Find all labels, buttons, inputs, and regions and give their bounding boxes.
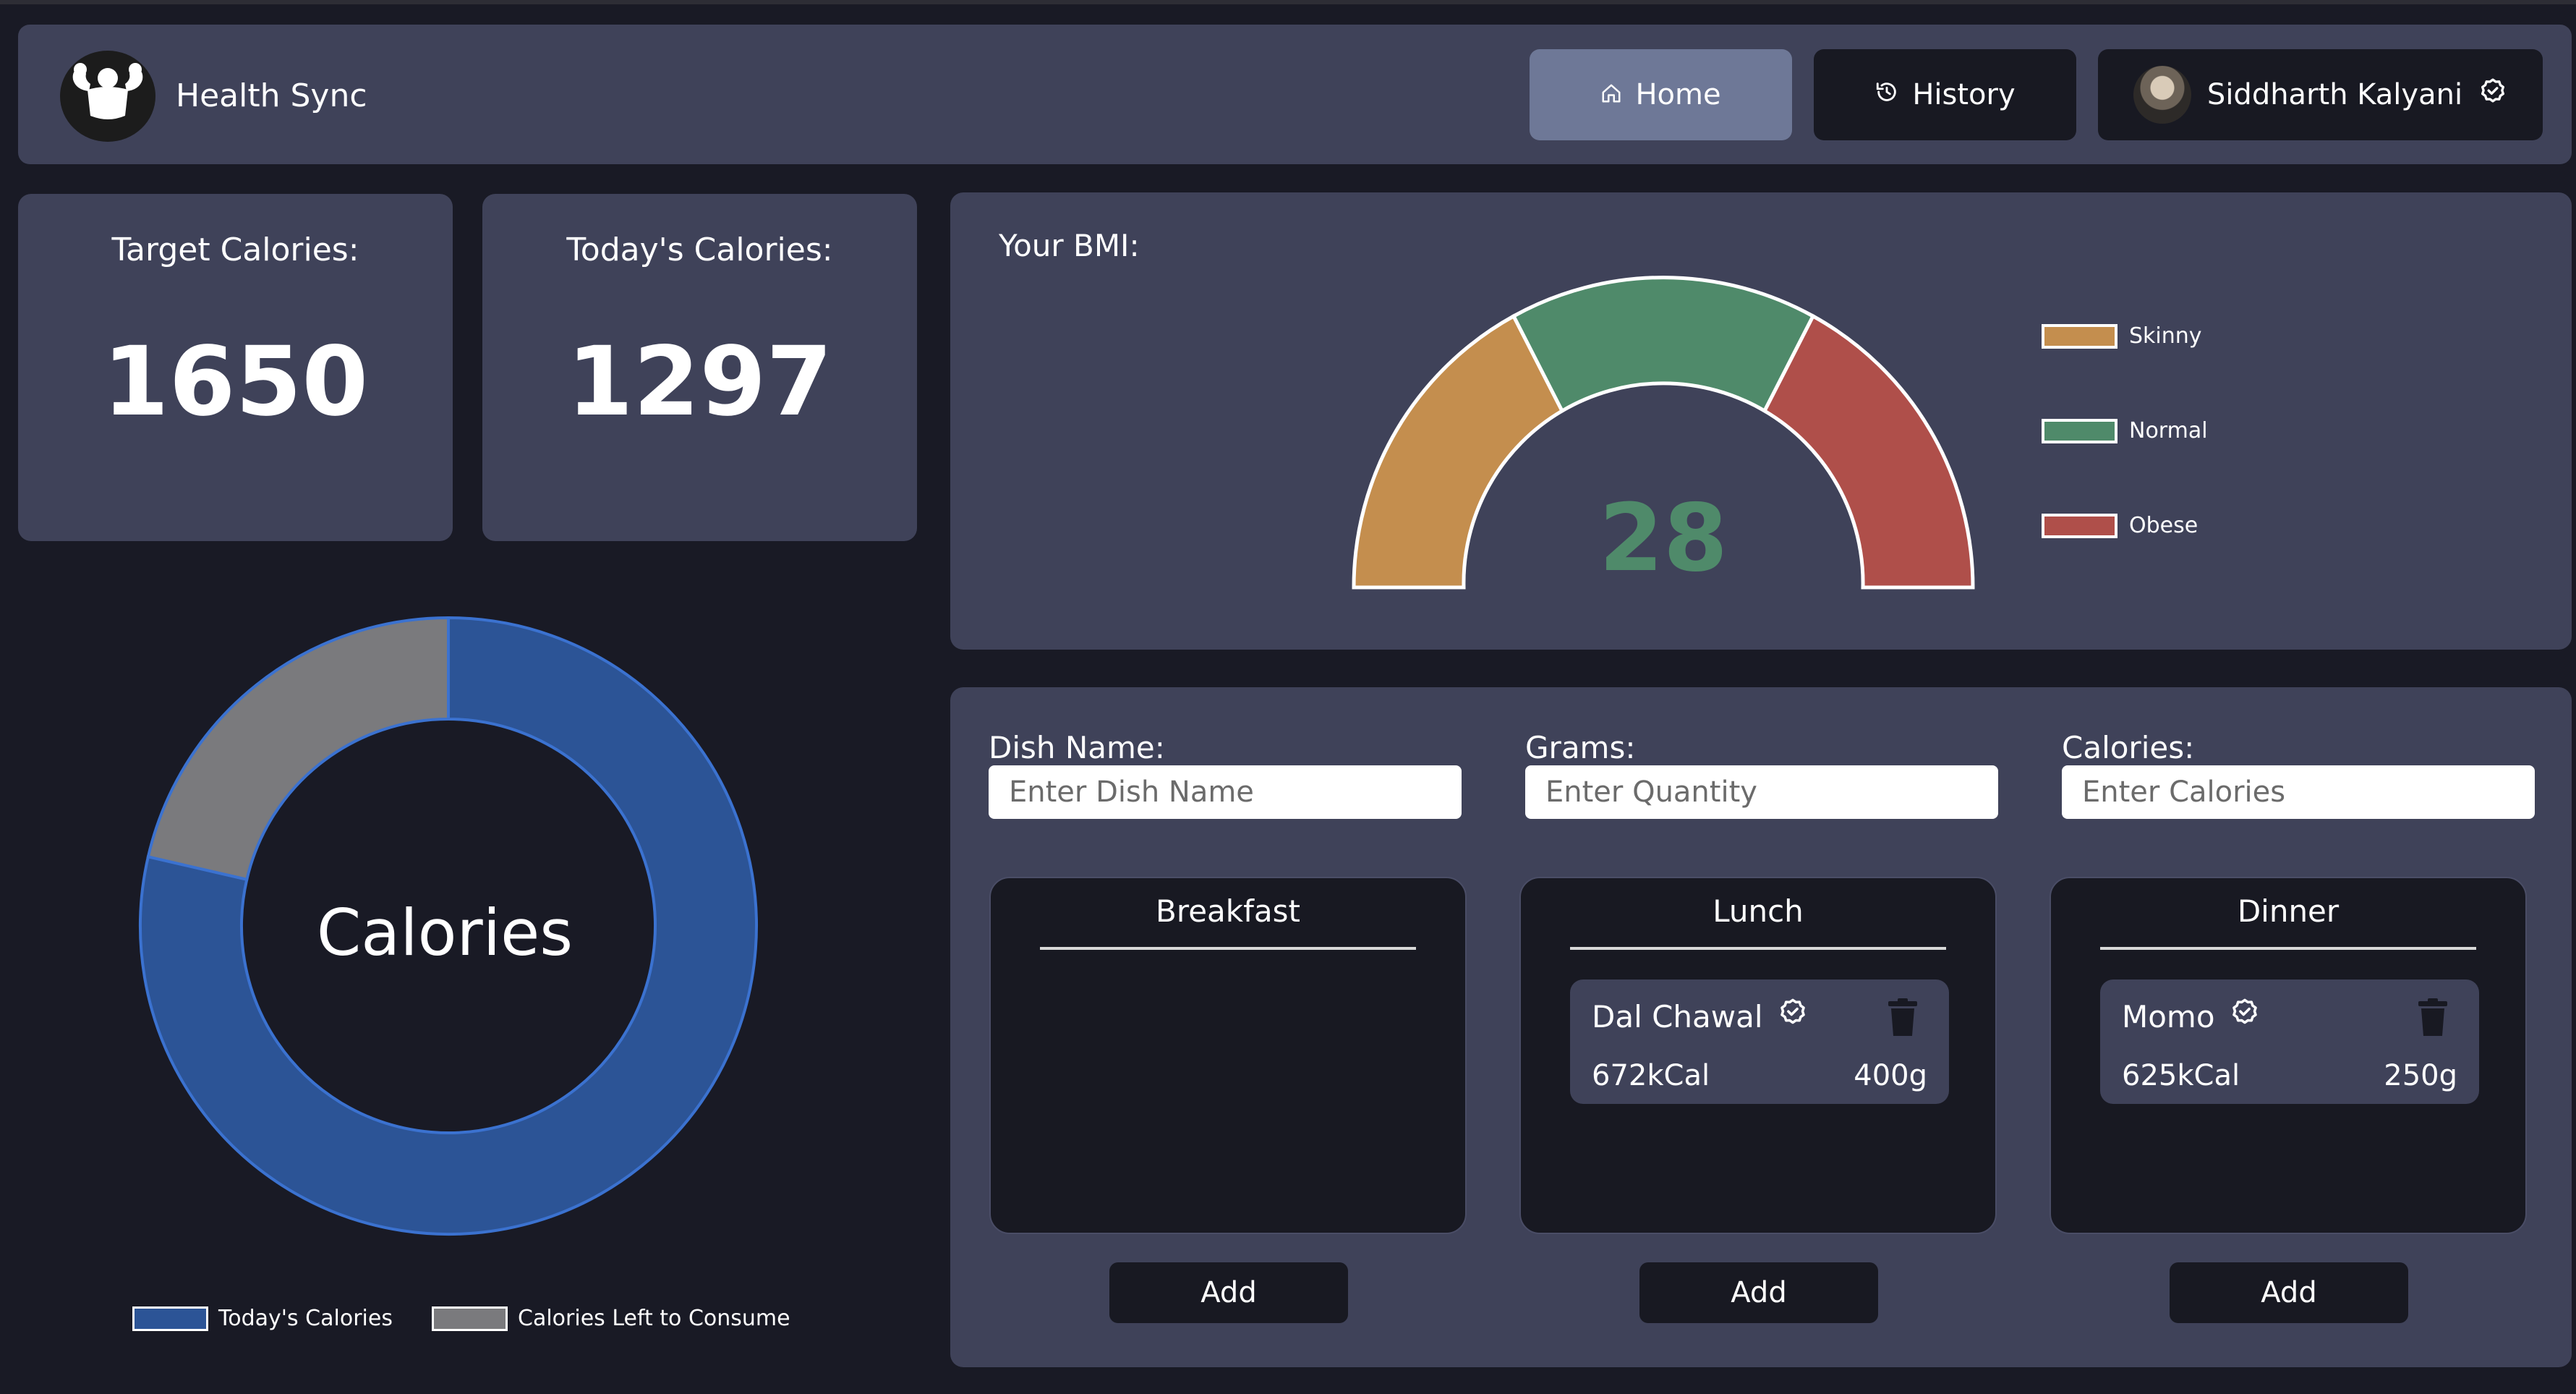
breakfast-card: Breakfast bbox=[989, 877, 1467, 1234]
gauge-segment-normal bbox=[1511, 276, 1816, 414]
legend-swatch bbox=[2042, 513, 2117, 538]
bmi-legend-normal: Normal bbox=[2042, 418, 2208, 443]
bmi-value: 28 bbox=[1598, 485, 1728, 592]
legend-label: Normal bbox=[2129, 418, 2208, 443]
dish-name-label: Dish Name: bbox=[989, 730, 1165, 765]
target-calories-card: Target Calories: 1650 bbox=[18, 194, 453, 541]
muscle-logo-icon[interactable] bbox=[60, 51, 155, 142]
donut-legend-today: Today's Calories bbox=[132, 1306, 393, 1331]
trash-icon[interactable] bbox=[1887, 998, 1919, 1037]
food-name: Dal Chawal bbox=[1592, 999, 1763, 1034]
calories-input[interactable] bbox=[2062, 765, 2535, 819]
nav-history-button[interactable]: History bbox=[1814, 49, 2076, 140]
check-circle-icon bbox=[2478, 77, 2507, 113]
todays-calories-card: Today's Calories: 1297 bbox=[482, 194, 917, 541]
food-name-row: Momo bbox=[2122, 995, 2260, 1039]
legend-swatch bbox=[132, 1306, 208, 1331]
trash-icon[interactable] bbox=[2417, 998, 2449, 1037]
donut-center-label: Calories bbox=[316, 896, 573, 970]
legend-swatch bbox=[2042, 418, 2117, 443]
food-grams: 400g bbox=[1854, 1059, 1927, 1092]
divider bbox=[1570, 947, 1946, 950]
todays-calories-label: Today's Calories: bbox=[566, 231, 833, 268]
food-name-row: Dal Chawal bbox=[1592, 995, 1808, 1039]
legend-label: Skinny bbox=[2129, 323, 2202, 349]
home-icon bbox=[1600, 78, 1622, 111]
donut-legend-left: Calories Left to Consume bbox=[432, 1306, 790, 1331]
nav-home-button[interactable]: Home bbox=[1530, 49, 1792, 140]
check-circle-icon bbox=[2230, 995, 2260, 1039]
todays-calories-value: 1297 bbox=[566, 326, 833, 438]
breakfast-add-button[interactable]: Add bbox=[1109, 1262, 1348, 1323]
food-name: Momo bbox=[2122, 999, 2215, 1034]
window-top-strip bbox=[0, 0, 2576, 4]
meal-title: Breakfast bbox=[1156, 893, 1300, 929]
meal-title: Lunch bbox=[1713, 893, 1804, 929]
lunch-add-button[interactable]: Add bbox=[1639, 1262, 1878, 1323]
divider bbox=[2100, 947, 2476, 950]
target-calories-label: Target Calories: bbox=[111, 231, 359, 268]
food-item: Momo 625kCal 250g bbox=[2100, 979, 2479, 1104]
check-circle-icon bbox=[1778, 995, 1808, 1039]
dish-name-input[interactable] bbox=[989, 765, 1462, 819]
grams-label: Grams: bbox=[1525, 730, 1636, 765]
bmi-legend-skinny: Skinny bbox=[2042, 323, 2202, 349]
nav-home-label: Home bbox=[1635, 78, 1721, 111]
dinner-add-button[interactable]: Add bbox=[2170, 1262, 2408, 1323]
donut-slice-calories-left bbox=[146, 616, 450, 882]
calories-label: Calories: bbox=[2062, 730, 2195, 765]
lunch-card: Lunch Dal Chawal 672kCal 400g bbox=[1519, 877, 1997, 1234]
divider bbox=[1040, 947, 1416, 950]
food-kcal: 672kCal bbox=[1592, 1059, 1710, 1092]
grams-input[interactable] bbox=[1525, 765, 1998, 819]
app-title: Health Sync bbox=[176, 77, 367, 114]
bmi-legend-obese: Obese bbox=[2042, 513, 2198, 538]
user-profile-button[interactable]: Siddharth Kalyani bbox=[2098, 49, 2543, 140]
legend-swatch bbox=[2042, 323, 2117, 349]
target-calories-value: 1650 bbox=[102, 326, 369, 438]
bmi-title: Your BMI: bbox=[999, 228, 1140, 263]
food-grams: 250g bbox=[2384, 1059, 2457, 1092]
food-item: Dal Chawal 672kCal 400g bbox=[1570, 979, 1949, 1104]
legend-label: Obese bbox=[2129, 513, 2198, 538]
nav-history-label: History bbox=[1912, 78, 2016, 111]
legend-label: Today's Calories bbox=[218, 1306, 393, 1331]
history-icon bbox=[1875, 78, 1899, 111]
dinner-card: Dinner Momo 625kCal 250g bbox=[2050, 877, 2527, 1234]
legend-label: Calories Left to Consume bbox=[518, 1306, 790, 1331]
user-name: Siddharth Kalyani bbox=[2206, 78, 2463, 111]
legend-swatch bbox=[432, 1306, 508, 1331]
avatar bbox=[2133, 66, 2191, 124]
meal-title: Dinner bbox=[2237, 893, 2340, 929]
food-kcal: 625kCal bbox=[2122, 1059, 2240, 1092]
